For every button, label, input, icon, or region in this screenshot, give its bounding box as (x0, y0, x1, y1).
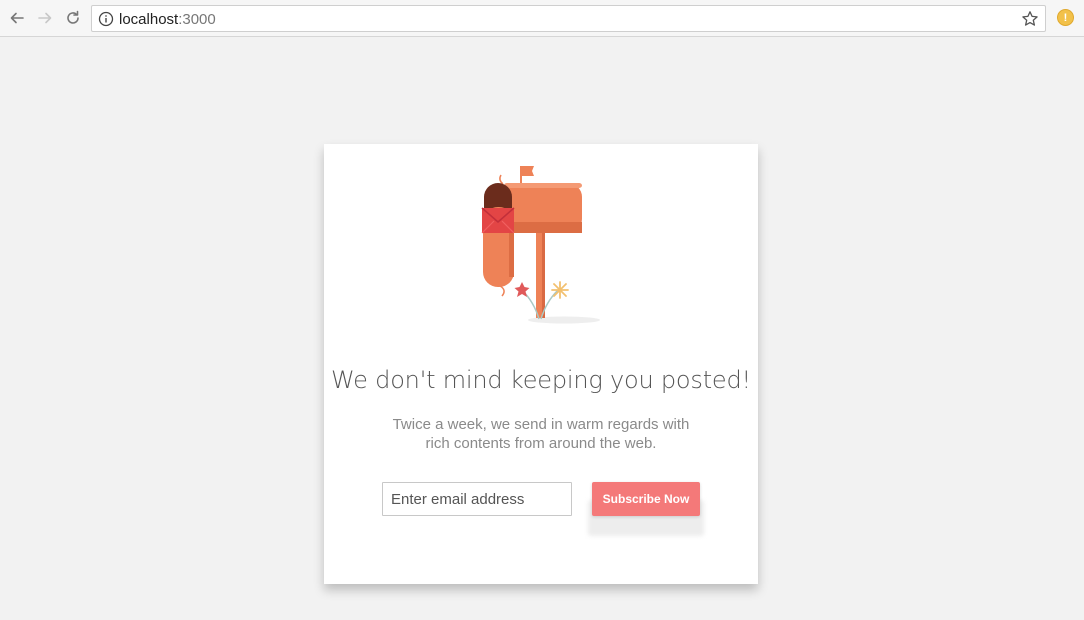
forward-button[interactable] (35, 8, 55, 28)
subtext-line-1: Twice a week, we send in warm regards wi… (392, 416, 690, 433)
headline: We don't mind keeping you posted! (331, 366, 751, 394)
reload-button[interactable] (63, 8, 83, 28)
reload-icon (67, 10, 79, 24)
back-button[interactable] (7, 8, 27, 28)
star-icon[interactable] (1021, 10, 1039, 28)
forward-arrow-icon (38, 12, 52, 24)
subscribe-button[interactable]: Subscribe Now (592, 482, 700, 516)
extension-badge: ! (1063, 11, 1068, 24)
url-text[interactable]: localhost:3000 (119, 11, 216, 28)
subtext-line-2: rich contents from around the web. (425, 435, 657, 452)
browser-toolbar: localhost:3000 ! (0, 0, 1084, 37)
url-host: localhost (119, 11, 179, 28)
subtext: Twice a week, we send in warm regards wi… (364, 415, 718, 453)
info-icon[interactable] (98, 11, 114, 27)
address-bar[interactable]: localhost:3000 (91, 5, 1046, 32)
back-arrow-icon (10, 12, 24, 24)
extension-icon[interactable]: ! (1057, 9, 1074, 26)
url-port: :3000 (178, 11, 216, 28)
subscribe-card: We don't mind keeping you posted! Twice … (324, 144, 758, 584)
email-field[interactable] (382, 482, 572, 516)
mailbox-icon (481, 166, 600, 324)
